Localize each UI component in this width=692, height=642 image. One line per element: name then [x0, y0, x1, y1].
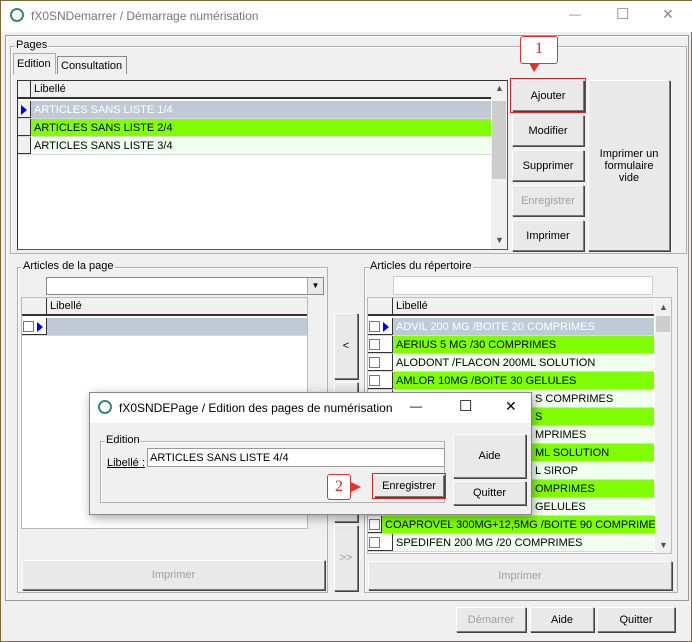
scroll-thumb[interactable] [492, 101, 506, 179]
table-row[interactable]: ALODONT /FLACON 200ML SOLUTION [368, 354, 654, 372]
save-button[interactable]: Enregistrer [512, 185, 584, 216]
repertoire-filter-input[interactable] [393, 276, 653, 295]
row-selector[interactable] [368, 354, 393, 371]
edit-page-dialog: fX0SNDEPage / Edition des pages de numér… [89, 392, 532, 515]
row-label: ARTICLES SANS LISTE 1/4 [31, 101, 491, 118]
scroll-up-icon[interactable]: ▲ [495, 83, 504, 93]
repertoire-label: Articles du répertoire [369, 260, 473, 272]
app-icon [10, 8, 24, 22]
quit-button[interactable]: Quitter [597, 607, 675, 632]
start-button[interactable]: Démarrer [456, 607, 526, 632]
row-selector[interactable] [368, 336, 393, 353]
callout-1-pointer [529, 63, 540, 72]
grid-header: Libellé [368, 298, 654, 316]
table-row[interactable]: ARTICLES SANS LISTE 1/4 [18, 101, 491, 119]
tab-consultation-label: Consultation [61, 60, 123, 72]
callout-2-pointer [351, 482, 361, 492]
pages-scrollbar[interactable]: ▲ ▼ [491, 81, 507, 249]
title-bar: fX0SNDemarrer / Démarrage numérisation —… [1, 1, 692, 32]
grid-header: Libellé [22, 298, 307, 316]
scroll-thumb[interactable] [656, 316, 670, 332]
dialog-save-button[interactable]: Enregistrer [372, 473, 446, 499]
tab-consultation[interactable]: Consultation [57, 56, 127, 74]
row-checkbox[interactable] [369, 338, 380, 350]
table-row[interactable]: ADVIL 200 MG /BOITE 20 COMPRIMES [368, 318, 654, 336]
row-checkbox[interactable] [369, 518, 380, 530]
move-all-right-button[interactable]: >> [334, 525, 358, 591]
row-checkbox[interactable] [369, 536, 380, 548]
dialog-close-button[interactable]: ✕ [505, 398, 517, 415]
add-button[interactable]: Ajouter [510, 78, 586, 113]
delete-button[interactable]: Supprimer [512, 150, 584, 181]
chevron-down-icon[interactable]: ▼ [307, 278, 323, 294]
table-row[interactable]: ARTICLES SANS LISTE 3/4 [18, 137, 491, 155]
row-checkbox[interactable] [369, 356, 380, 368]
pages-grid: Libellé ARTICLES SANS LISTE 1/4 ARTICLES … [17, 80, 508, 250]
row-selector[interactable] [368, 372, 393, 389]
table-row[interactable]: AMLOR 10MG /BOITE 30 GELULES [368, 372, 654, 390]
header-libelle[interactable]: Libellé [393, 298, 654, 314]
row-label: ARTICLES SANS LISTE 3/4 [31, 137, 491, 154]
scroll-up-icon[interactable]: ▲ [659, 302, 668, 312]
table-row[interactable]: AERIUS 5 MG /30 COMPRIMES [368, 336, 654, 354]
row-selector[interactable] [18, 101, 31, 118]
libelle-label: Libellé : [107, 457, 145, 469]
move-left-button[interactable]: < [334, 313, 358, 379]
row-selector[interactable] [368, 516, 382, 533]
tab-edition-label: Edition [17, 58, 51, 70]
print-blank-form-button[interactable]: Imprimer un formulaire vide [588, 80, 670, 251]
page-articles-print-button[interactable]: Imprimer [22, 560, 325, 590]
header-libelle[interactable]: Libellé [47, 298, 307, 314]
minimize-button[interactable]: — [569, 7, 581, 21]
row-selector[interactable] [368, 318, 393, 335]
page-articles-combo[interactable]: ▼ [46, 277, 324, 295]
dialog-edition-label: Edition [105, 434, 141, 446]
row-label: AMLOR 10MG /BOITE 30 GELULES [393, 372, 654, 389]
row-label: COAPROVEL 300MG+12,5MG /BOITE 90 COMPRIM… [382, 516, 664, 533]
row-selector[interactable] [18, 137, 31, 154]
current-row-arrow-icon [21, 105, 27, 115]
repertoire-scrollbar[interactable]: ▲ ▼ [655, 298, 671, 553]
dialog-title: fX0SNDEPage / Edition des pages de numér… [119, 401, 393, 415]
maximize-button[interactable]: ☐ [616, 5, 629, 23]
print-button[interactable]: Imprimer [512, 220, 584, 251]
row-checkbox[interactable] [369, 320, 380, 332]
scroll-down-icon[interactable]: ▼ [495, 235, 504, 245]
row-selector[interactable] [18, 119, 31, 136]
dialog-help-button[interactable]: Aide [453, 434, 526, 478]
libelle-input[interactable] [147, 448, 445, 467]
dialog-quit-button[interactable]: Quitter [453, 481, 526, 505]
page-articles-label: Articles de la page [22, 260, 115, 272]
row-label: AERIUS 5 MG /30 COMPRIMES [393, 336, 654, 353]
row-label: SPEDIFEN 200 MG /20 COMPRIMES [393, 534, 654, 551]
current-row-arrow-icon [383, 322, 389, 332]
tab-edition[interactable]: Edition [13, 53, 56, 74]
repertoire-print-button[interactable]: Imprimer [368, 561, 672, 590]
callout-1: 1 [520, 36, 558, 64]
close-button[interactable]: ✕ [662, 6, 674, 23]
row-label: ALODONT /FLACON 200ML SOLUTION [393, 354, 654, 371]
table-row[interactable]: ARTICLES SANS LISTE 2/4 [18, 119, 491, 137]
window-title: fX0SNDemarrer / Démarrage numérisation [31, 9, 259, 23]
pages-group-label: Pages [15, 39, 49, 51]
header-libelle[interactable]: Libellé [31, 81, 491, 97]
dialog-minimize-button[interactable]: — [410, 399, 422, 413]
dialog-maximize-button[interactable]: ☐ [459, 397, 472, 415]
help-button[interactable]: Aide [530, 607, 594, 632]
scroll-down-icon[interactable]: ▼ [659, 540, 668, 550]
modify-button[interactable]: Modifier [512, 115, 584, 146]
table-row[interactable]: COAPROVEL 300MG+12,5MG /BOITE 90 COMPRIM… [368, 516, 664, 534]
table-row[interactable]: SPEDIFEN 200 MG /20 COMPRIMES [368, 534, 654, 552]
grid-header: Libellé [18, 81, 491, 99]
table-row[interactable] [22, 318, 307, 336]
row-selector[interactable] [368, 534, 393, 551]
row-checkbox[interactable] [369, 374, 380, 386]
row-label: ADVIL 200 MG /BOITE 20 COMPRIMES [393, 318, 654, 335]
app-icon [98, 400, 112, 414]
row-label: ARTICLES SANS LISTE 2/4 [31, 119, 491, 136]
dialog-title-bar: fX0SNDEPage / Edition des pages de numér… [90, 393, 531, 423]
callout-2: 2 [327, 474, 351, 500]
